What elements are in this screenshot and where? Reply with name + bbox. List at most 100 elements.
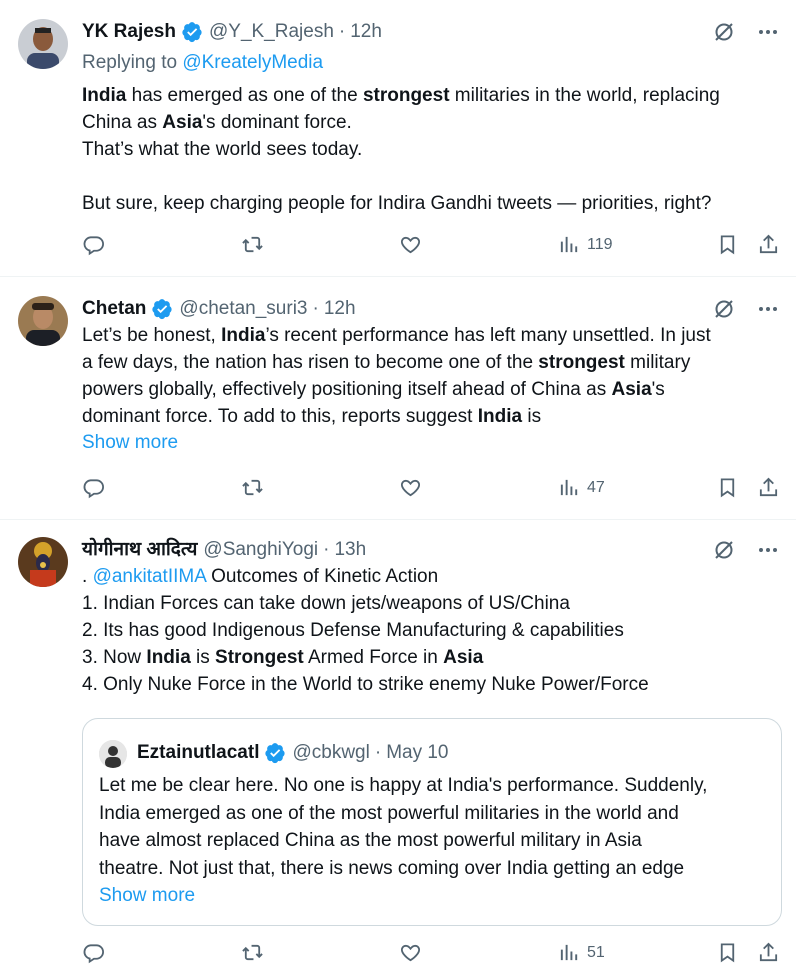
tweet-text: . @ankitatIIMA Outcomes of Kinetic Actio… (82, 563, 780, 698)
quoted-timestamp: May 10 (386, 742, 449, 763)
avatar[interactable] (18, 537, 68, 587)
author-name[interactable]: योगीनाथ आदित्य (82, 538, 197, 562)
views-button[interactable]: 51 (558, 941, 605, 964)
bold-text-segment: India (477, 406, 523, 427)
views-button[interactable]: 47 (558, 476, 605, 499)
bold-text-segment: Asia (611, 379, 652, 400)
bold-text-segment: Asia (162, 112, 203, 133)
reply-button[interactable] (82, 233, 105, 256)
bookmark-icon (720, 943, 735, 963)
bold-text-segment: strongest (538, 352, 625, 373)
share-icon (759, 477, 778, 497)
heart-icon (400, 944, 421, 962)
avatar[interactable] (18, 19, 68, 69)
more-options-icon[interactable] (756, 20, 780, 44)
share-button[interactable] (757, 233, 780, 256)
text-segment: is (190, 647, 216, 668)
header-actions (712, 538, 780, 562)
heart-icon (400, 479, 421, 497)
author-handle[interactable]: @chetan_suri3 (179, 297, 307, 321)
repost-button[interactable] (241, 233, 264, 256)
separator-dot: · (338, 21, 346, 42)
reply-button[interactable] (82, 476, 105, 499)
text-segment: Let’s be honest, (82, 325, 222, 346)
avatar[interactable] (18, 296, 68, 346)
quoted-header: Eztainutlacatl @cbkwgl · May 10 (137, 741, 449, 765)
header-actions (712, 20, 780, 44)
tweet-actions: 51 (82, 941, 780, 967)
show-more-link[interactable]: Show more (82, 430, 178, 456)
timestamp[interactable]: 13h (334, 538, 366, 562)
tweet-3[interactable]: योगीनाथ आदित्य @SanghiYogi · 13h . @anki… (0, 520, 796, 979)
quoted-text: Let me be clear here. No one is happy at… (99, 772, 765, 910)
more-options-icon[interactable] (756, 297, 780, 321)
more-options-icon[interactable] (756, 538, 780, 562)
author-handle[interactable]: @Y_K_Rajesh (209, 20, 334, 44)
share-icon (759, 942, 778, 962)
header-actions (712, 297, 780, 321)
repost-icon (242, 236, 263, 253)
show-more-link[interactable]: Show more (99, 882, 195, 909)
separator-dot: · (323, 539, 330, 560)
like-button[interactable] (399, 233, 422, 256)
text-segment: is (522, 406, 542, 427)
quoted-avatar[interactable] (99, 740, 127, 768)
bold-text-segment: India (146, 647, 191, 668)
reply-icon (83, 236, 104, 256)
view-count: 47 (587, 478, 605, 496)
grok-icon[interactable] (712, 20, 736, 44)
reply-icon (83, 944, 104, 964)
bookmark-button[interactable] (716, 941, 739, 964)
reply-button[interactable] (82, 941, 105, 964)
repost-icon (242, 479, 263, 496)
author-handle[interactable]: @SanghiYogi (203, 538, 318, 562)
repost-button[interactable] (241, 941, 264, 964)
bookmark-button[interactable] (716, 476, 739, 499)
bookmark-button[interactable] (716, 233, 739, 256)
quoted-author-handle: @cbkwgl (292, 742, 370, 763)
views-icon (560, 479, 578, 496)
quoted-tweet[interactable]: Eztainutlacatl @cbkwgl · May 10 Let me b… (82, 718, 782, 926)
share-button[interactable] (757, 941, 780, 964)
replying-to: Replying to @KreatelyMedia (82, 52, 324, 73)
reply-icon (83, 479, 104, 499)
author-name[interactable]: Chetan (82, 297, 146, 321)
reply-target-link[interactable]: @KreatelyMedia (182, 52, 323, 73)
view-count: 119 (587, 235, 613, 253)
bold-text-segment: India (82, 85, 127, 106)
timestamp[interactable]: 12h (324, 297, 356, 321)
quoted-author-name: Eztainutlacatl (137, 742, 260, 763)
views-icon (560, 236, 578, 253)
share-button[interactable] (757, 476, 780, 499)
like-button[interactable] (399, 941, 422, 964)
separator-dot: · (374, 742, 382, 763)
repost-button[interactable] (241, 476, 264, 499)
views-button[interactable]: 119 (558, 233, 613, 256)
tweet-text: Let’s be honest, India’s recent performa… (82, 322, 780, 430)
text-segment: . (82, 566, 93, 587)
tweet-1[interactable]: YK Rajesh @Y_K_Rajesh · 12h Replying to … (0, 0, 796, 277)
author-name[interactable]: YK Rajesh (82, 20, 176, 44)
heart-icon (400, 236, 421, 254)
tweet-actions: 119 (82, 233, 780, 259)
tweet-actions: 47 (82, 476, 780, 502)
tweet-2[interactable]: Chetan @chetan_suri3 · 12h Let’s be hone… (0, 277, 796, 520)
tweet-header: YK Rajesh @Y_K_Rajesh · 12h (82, 20, 780, 44)
separator-dot: · (312, 298, 319, 319)
text-segment: has emerged as one of the (126, 85, 363, 106)
tweet-header: Chetan @chetan_suri3 · 12h (82, 297, 780, 321)
mention-link[interactable]: @ankitatIIMA (93, 566, 206, 587)
like-button[interactable] (399, 476, 422, 499)
grok-icon[interactable] (712, 297, 736, 321)
bold-text-segment: Strongest (215, 647, 304, 668)
repost-icon (242, 944, 263, 961)
tweet-text: India has emerged as one of the stronges… (82, 82, 780, 217)
verified-badge-icon (265, 743, 286, 764)
timestamp[interactable]: 12h (350, 20, 382, 44)
grok-icon[interactable] (712, 538, 736, 562)
share-icon (759, 234, 778, 254)
view-count: 51 (587, 943, 605, 961)
verified-badge-icon (152, 299, 173, 320)
bookmark-icon (720, 235, 735, 255)
bold-text-segment: India (221, 325, 266, 346)
